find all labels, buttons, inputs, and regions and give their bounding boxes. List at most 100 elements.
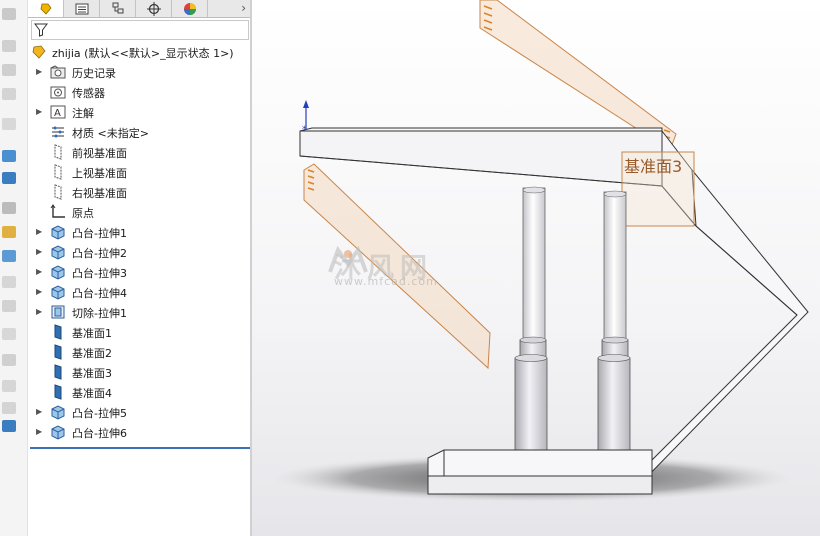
- tab-configuration-manager[interactable]: [100, 0, 136, 17]
- tree-item-right-plane[interactable]: 右视基准面: [28, 182, 250, 202]
- tree-item-history[interactable]: ▶ 历史记录: [28, 62, 250, 82]
- tab-property-manager[interactable]: [64, 0, 100, 17]
- toolbar-icon[interactable]: [2, 118, 16, 130]
- manager-tab-bar: ›: [28, 0, 250, 18]
- tree-item-label: 右视基准面: [72, 187, 127, 200]
- expand-arrow-icon[interactable]: ▶: [36, 68, 44, 76]
- tree-item-plane-4[interactable]: 基准面4: [28, 382, 250, 402]
- tree-item-boss-extrude-5[interactable]: ▶ 凸台-拉伸5: [28, 402, 250, 422]
- base-plate[interactable]: [427, 449, 653, 495]
- tree-item-plane-2[interactable]: 基准面2: [28, 342, 250, 362]
- extrude-boss-icon: [51, 265, 65, 280]
- reference-plane-icon: [54, 344, 62, 360]
- plane-icon: [54, 164, 62, 180]
- toolbar-icon[interactable]: [2, 150, 16, 162]
- expand-arrow-icon[interactable]: ▶: [36, 308, 44, 316]
- extrude-boss-icon: [51, 245, 65, 260]
- toolbar-icon[interactable]: [2, 250, 16, 262]
- tree-item-label: 基准面4: [72, 387, 112, 400]
- filter-funnel-icon: [34, 23, 48, 37]
- material-icon: [52, 126, 64, 138]
- tab-feature-manager[interactable]: [28, 0, 64, 17]
- tree-item-label: 凸台-拉伸6: [72, 427, 127, 440]
- reference-plane-icon: [54, 384, 62, 400]
- watermark-url: www.mfcad.com: [334, 275, 438, 288]
- tree-item-plane-1[interactable]: 基准面1: [28, 322, 250, 342]
- toolbar-icon[interactable]: [2, 226, 16, 238]
- expand-arrow-icon[interactable]: ▶: [36, 288, 44, 296]
- dimxpert-icon: [146, 1, 161, 16]
- feature-manager-panel: › zhijia (默认<<默认>_显示状态 1>) ▶ 历史记录 传感器 ▶ …: [28, 0, 250, 536]
- origin-icon: [50, 204, 65, 218]
- tree-item-boss-extrude-2[interactable]: ▶ 凸台-拉伸2: [28, 242, 250, 262]
- toolbar-icon[interactable]: [2, 380, 16, 392]
- tree-item-label: 凸台-拉伸5: [72, 407, 127, 420]
- sensor-icon: [50, 86, 66, 99]
- tree-item-material[interactable]: 材质 <未指定>: [28, 122, 250, 142]
- tree-item-boss-extrude-1[interactable]: ▶ 凸台-拉伸1: [28, 222, 250, 242]
- tree-item-sensors[interactable]: 传感器: [28, 82, 250, 102]
- expand-arrow-icon[interactable]: ▶: [36, 268, 44, 276]
- tree-item-front-plane[interactable]: 前视基准面: [28, 142, 250, 162]
- tree-item-label: 凸台-拉伸1: [72, 227, 127, 240]
- toolbar-icon[interactable]: [2, 64, 16, 76]
- extrude-cut-icon: [51, 305, 65, 319]
- toolbar-icon[interactable]: [2, 202, 16, 214]
- tab-scroll-arrow-icon[interactable]: ›: [241, 1, 246, 15]
- tree-item-label: 材质 <未指定>: [72, 127, 149, 140]
- tree-item-label: 基准面2: [72, 347, 112, 360]
- tree-item-label: 凸台-拉伸4: [72, 287, 127, 300]
- tree-item-label: 凸台-拉伸2: [72, 247, 127, 260]
- toolbar-icon[interactable]: [2, 88, 16, 100]
- graphics-viewport[interactable]: * 基准面3 沐风网 www.mfcad.com: [252, 0, 820, 536]
- tree-item-cut-extrude-1[interactable]: ▶ 切除-拉伸1: [28, 302, 250, 322]
- tree-item-label: 前视基准面: [72, 147, 127, 160]
- tree-root-part[interactable]: zhijia (默认<<默认>_显示状态 1>): [28, 42, 250, 62]
- tab-dimxpert-manager[interactable]: [136, 0, 172, 17]
- property-manager-icon: [75, 3, 88, 14]
- tree-item-label: 切除-拉伸1: [72, 307, 127, 320]
- configuration-manager-icon: [112, 2, 123, 13]
- plane-3-label[interactable]: 基准面3: [624, 153, 682, 177]
- tree-item-boss-extrude-3[interactable]: ▶ 凸台-拉伸3: [28, 262, 250, 282]
- toolbar-icon[interactable]: [2, 40, 16, 52]
- toolbar-icon[interactable]: [2, 172, 16, 184]
- extrude-boss-icon: [51, 405, 65, 420]
- tree-item-plane-3[interactable]: 基准面3: [28, 362, 250, 382]
- tree-item-label: 基准面1: [72, 327, 112, 340]
- plane-icon: [54, 144, 62, 160]
- expand-arrow-icon[interactable]: ▶: [36, 228, 44, 236]
- toolbar-icon[interactable]: [2, 300, 16, 312]
- toolbar-icon[interactable]: [2, 328, 16, 340]
- expand-arrow-icon[interactable]: ▶: [36, 248, 44, 256]
- tree-item-origin[interactable]: 原点: [28, 202, 250, 222]
- expand-arrow-icon[interactable]: ▶: [36, 408, 44, 416]
- toolbar-icon[interactable]: [2, 420, 16, 432]
- expand-arrow-icon[interactable]: ▶: [36, 428, 44, 436]
- display-manager-icon: [183, 2, 196, 15]
- tree-item-annotations[interactable]: ▶ A 注解: [28, 102, 250, 122]
- plane-icon: [54, 184, 62, 200]
- tree-item-boss-extrude-6[interactable]: ▶ 凸台-拉伸6: [28, 422, 250, 442]
- extrude-boss-icon: [51, 225, 65, 240]
- tree-filter-input[interactable]: [31, 20, 249, 40]
- toolbar-icon[interactable]: [2, 8, 16, 20]
- tab-display-manager[interactable]: [172, 0, 208, 17]
- toolbar-icon[interactable]: [2, 402, 16, 414]
- annotation-icon: A: [50, 105, 66, 119]
- tree-item-label: 基准面3: [72, 367, 112, 380]
- tree-item-label: 传感器: [72, 87, 105, 100]
- rollback-bar[interactable]: [30, 447, 250, 449]
- tree-item-label: 上视基准面: [72, 167, 127, 180]
- tree-item-label: 历史记录: [72, 67, 116, 80]
- toolbar-icon[interactable]: [2, 276, 16, 288]
- tree-item-label: 凸台-拉伸3: [72, 267, 127, 280]
- extrude-boss-icon: [51, 285, 65, 300]
- toolbar-icon[interactable]: [2, 354, 16, 366]
- history-folder-icon: [50, 65, 66, 79]
- svg-text:A: A: [54, 108, 61, 119]
- tree-item-boss-extrude-4[interactable]: ▶ 凸台-拉伸4: [28, 282, 250, 302]
- expand-arrow-icon[interactable]: ▶: [36, 108, 44, 116]
- tree-item-label: 注解: [72, 107, 94, 120]
- tree-item-top-plane[interactable]: 上视基准面: [28, 162, 250, 182]
